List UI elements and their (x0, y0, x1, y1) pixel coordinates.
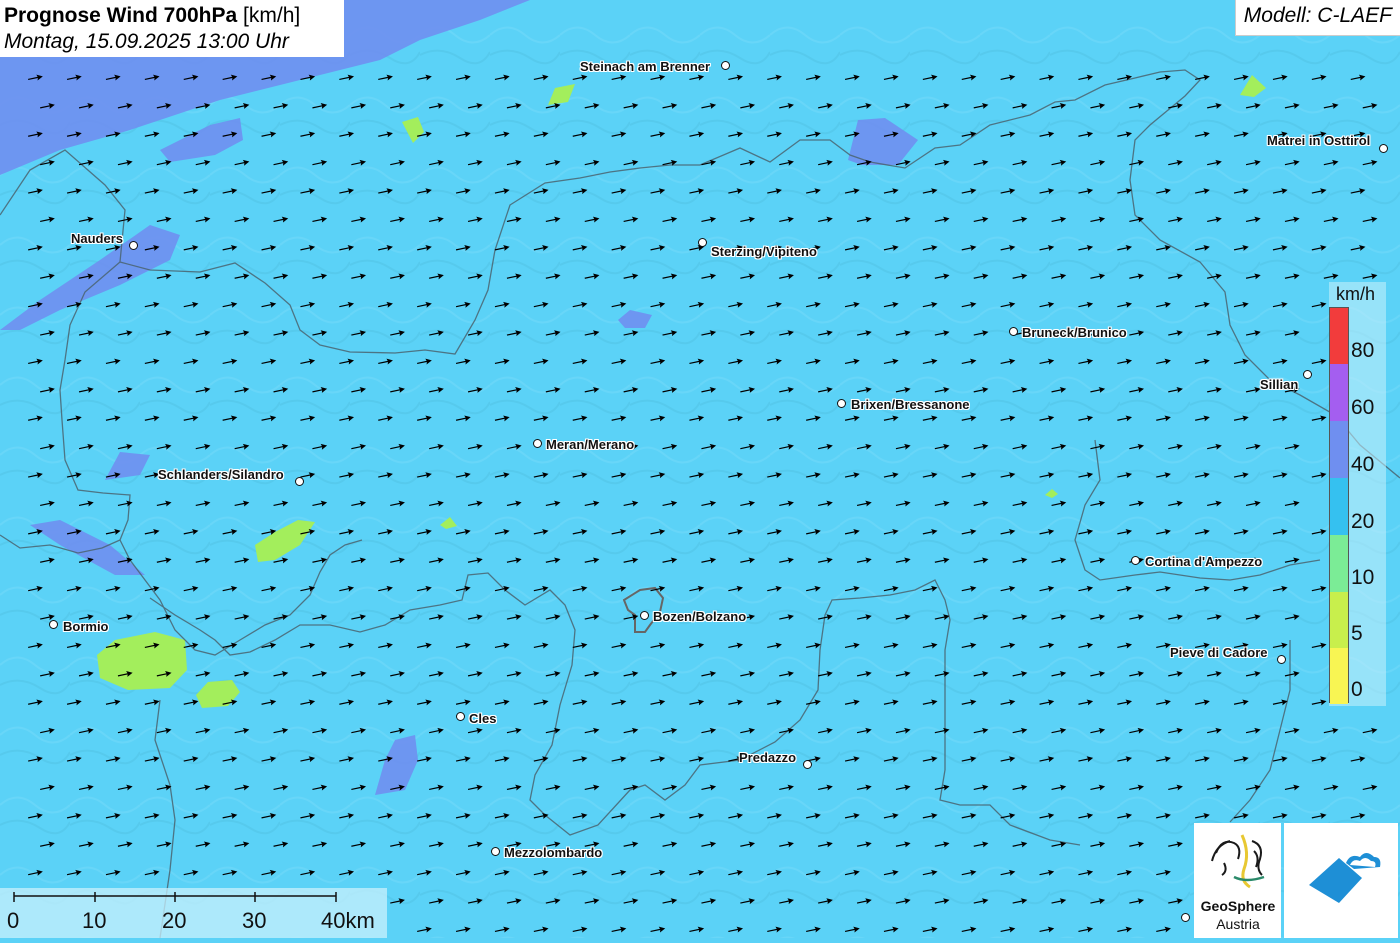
city-label: Bormio (63, 619, 109, 634)
city-label: Bruneck/Brunico (1022, 325, 1127, 340)
city-label: Mezzolombardo (504, 845, 603, 860)
model-label: Modell: C-LAEF (1234, 0, 1400, 36)
title-box: Prognose Wind 700hPa [km/h] Montag, 15.0… (0, 0, 344, 57)
partner-logo-box[interactable] (1284, 823, 1398, 938)
legend-seg-20 (1330, 478, 1348, 535)
scale-label-0: 0 (7, 908, 20, 933)
map-title: Prognose Wind 700hPa [km/h] (4, 3, 338, 29)
legend-tick-0: 0 (1351, 678, 1363, 701)
title-unit: [km/h] (243, 4, 301, 27)
city-marker[interactable] (49, 620, 58, 629)
city-marker[interactable] (1379, 144, 1388, 153)
city-marker[interactable] (1181, 913, 1190, 922)
scale-label-30: 30 (242, 908, 267, 933)
legend-tick-5: 5 (1351, 622, 1363, 645)
geosphere-line1: GeoSphere (1200, 898, 1276, 914)
scale-label-40km: 40km (321, 908, 375, 933)
city-marker[interactable] (533, 439, 542, 448)
city-label: Predazzo (739, 750, 797, 765)
city-marker[interactable] (721, 61, 730, 70)
city-label: Meran/Merano (546, 437, 635, 452)
legend-tick-80: 80 (1351, 339, 1375, 362)
city-label: Bozen/Bolzano (653, 609, 747, 624)
city-marker[interactable] (1009, 327, 1018, 336)
city-marker[interactable] (129, 241, 138, 250)
city-label: Brixen/Bressanone (851, 397, 970, 412)
legend-tick-40: 40 (1351, 453, 1375, 476)
geosphere-line2: Austria (1216, 916, 1260, 932)
legend-seg-40 (1330, 421, 1348, 478)
city-marker[interactable] (803, 760, 812, 769)
city-marker[interactable] (491, 847, 500, 856)
map-datetime: Montag, 15.09.2025 13:00 Uhr (4, 30, 289, 53)
geosphere-text: GeoSphere Austria (1195, 897, 1281, 933)
city-label: Cles (469, 711, 497, 726)
city-marker[interactable] (456, 712, 465, 721)
legend-seg-5 (1330, 592, 1348, 648)
legend-seg-60 (1330, 364, 1348, 421)
city-marker[interactable] (1131, 556, 1140, 565)
city-marker[interactable] (295, 477, 304, 486)
scale-label-10: 10 (82, 908, 107, 933)
cloud-arrow-icon (1309, 853, 1381, 903)
legend-colorbar (1329, 307, 1349, 704)
legend-seg-10 (1330, 535, 1348, 592)
legend-tick-20: 20 (1351, 510, 1375, 533)
scale-label-20: 20 (162, 908, 187, 933)
city-label: Sterzing/Vipiteno (711, 244, 817, 259)
city-marker[interactable] (1303, 370, 1312, 379)
city-label: Nauders (71, 231, 124, 246)
legend-unit: km/h (1336, 284, 1376, 304)
city-marker[interactable] (640, 611, 649, 620)
city-label: Sillian (1260, 377, 1299, 392)
legend-seg-80 (1330, 308, 1348, 364)
legend-tick-60: 60 (1351, 396, 1375, 419)
city-label: Pieve di Cadore (1170, 645, 1268, 660)
legend-seg-0 (1330, 648, 1348, 704)
city-label: Matrei in Osttirol (1267, 133, 1371, 148)
legend-tick-10: 10 (1351, 566, 1375, 589)
city-marker[interactable] (698, 238, 707, 247)
city-label: Cortina d'Ampezzo (1145, 554, 1263, 569)
geosphere-logo-icon (1211, 834, 1265, 889)
title-text: Prognose Wind 700hPa (4, 4, 238, 27)
city-marker[interactable] (837, 399, 846, 408)
city-label: Steinach am Brenner (580, 59, 711, 74)
city-marker[interactable] (1277, 655, 1286, 664)
city-label: Schlanders/Silandro (158, 467, 284, 482)
